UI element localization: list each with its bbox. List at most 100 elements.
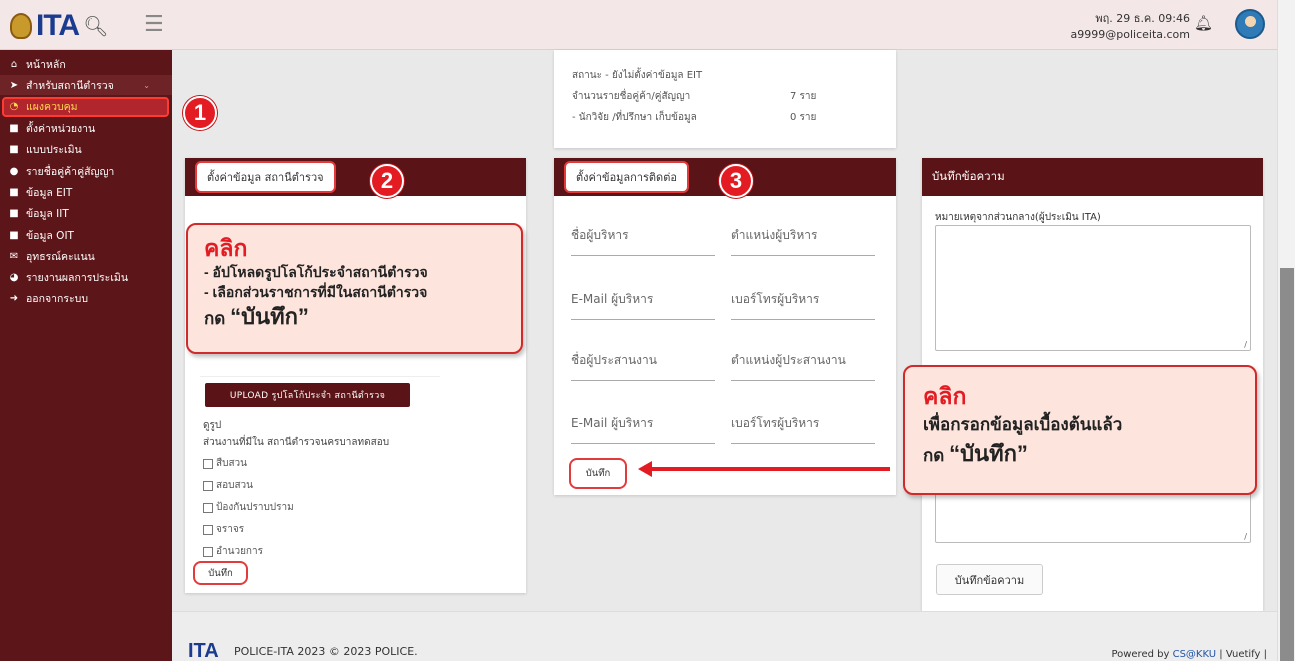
researcher-count-value: 0 ราย — [790, 112, 817, 123]
upload-logo-button[interactable]: UPLOAD รูปโลโก้ประจำ สถานีตำรวจ — [205, 383, 410, 407]
station-card-header: ตั้งค่าข้อมูล สถานีตำรวจ — [185, 158, 526, 196]
sidebar-item-label: สำหรับสถานีตำรวจ — [26, 79, 114, 92]
callout-title: คลิก — [923, 383, 967, 409]
briefcase-icon: ■ — [9, 123, 19, 135]
checkbox-box[interactable] — [203, 480, 213, 491]
checkbox-box[interactable] — [203, 524, 213, 535]
user-info: พฤ. 29 ธ.ค. 09:46 a9999@policeita.com — [1071, 11, 1190, 43]
checkbox-label: ป้องกันปราบปราม — [216, 502, 294, 513]
sidebar-item-label: รายชื่อคู่ค้าคู่สัญญา — [26, 165, 115, 178]
sidebar-item-home[interactable]: ⌂ หน้าหลัก — [0, 54, 172, 74]
sidebar-item-label: อุทธรณ์คะแนน — [26, 250, 95, 263]
checkbox-box[interactable] — [203, 546, 213, 557]
resize-grip-icon[interactable]: ∕ — [1244, 532, 1247, 541]
sidebar-item-iit[interactable]: ■ ข้อมูล IIT — [0, 204, 172, 224]
checkbox-investigation[interactable]: สืบสวน — [203, 456, 247, 471]
sidebar-item-label: ข้อมูล EIT — [26, 186, 73, 199]
sidebar-item-label: ตั้งค่าหน่วยงาน — [26, 123, 96, 136]
powered-link[interactable]: CS@KKU — [1173, 649, 1217, 660]
checkbox-crime-prevention[interactable]: ป้องกันปราบปราม — [203, 500, 294, 515]
checkbox-label: สอบสวน — [216, 480, 254, 491]
coordinator-email-field[interactable]: E-Mail ผู้บริหาร — [571, 414, 715, 444]
station-save-button[interactable]: บันทึก — [193, 561, 248, 585]
note-label: หมายเหตุจากส่วนกลาง(ผู้ประเมิน ITA) — [935, 212, 1101, 223]
sidebar-item-label: ข้อมูล IIT — [26, 208, 69, 221]
scrollbar-thumb[interactable] — [1280, 268, 1294, 661]
checkbox-administration[interactable]: อำนวยการ — [203, 544, 263, 559]
sidebar-item-contractors[interactable]: ● รายชื่อคู่ค้าคู่สัญญา — [0, 161, 172, 181]
home-icon: ⌂ — [10, 58, 18, 70]
resize-grip-icon[interactable]: ∕ — [1244, 340, 1247, 349]
step-badge-1: 1 — [183, 96, 217, 130]
dashboard-icon: ◔ — [9, 101, 19, 113]
callout-title: คลิก — [204, 235, 248, 261]
sidebar-item-appeal[interactable]: ✉ อุทธรณ์คะแนน — [0, 246, 172, 266]
contractor-count-value: 7 ราย — [790, 91, 817, 102]
powered-prefix: Powered by — [1111, 649, 1170, 660]
checkbox-inquiry[interactable]: สอบสวน — [203, 478, 253, 493]
sidebar-item-for-station[interactable]: ➤ สำหรับสถานีตำรวจ ⌄ — [0, 75, 172, 96]
sidebar-item-oit[interactable]: ■ ข้อมูล OIT — [0, 225, 172, 245]
coordinator-phone-field[interactable]: เบอร์โทรผู้บริหาร — [731, 414, 875, 444]
station-card-title: ตั้งค่าข้อมูล สถานีตำรวจ — [195, 161, 336, 193]
sidebar-item-report[interactable]: ◕ รายงานผลการประเมิน — [0, 268, 172, 288]
checkbox-traffic[interactable]: จราจร — [203, 522, 244, 537]
ita-logo[interactable]: ITA 🔍︎ — [10, 9, 109, 43]
callout-station: คลิก - อัปโหลดรูปโลโก้ประจำสถานีตำรวจ - … — [186, 223, 523, 354]
checkbox-box[interactable] — [203, 458, 213, 469]
briefcase-icon: ■ — [9, 229, 19, 241]
callout-prefix: กด — [204, 309, 226, 328]
sidebar-item-unit-settings[interactable]: ■ ตั้งค่าหน่วยงาน — [0, 119, 172, 139]
sidebar-item-logout[interactable]: ➜ ออกจากระบบ — [0, 289, 172, 309]
checkbox-label: อำนวยการ — [216, 546, 263, 557]
sidebar-item-label: รายงานผลการประเมิน — [26, 272, 129, 285]
callout-prefix: กด — [923, 446, 945, 465]
contractor-count-label: จำนวนรายชื่อคู่ค้า/คู่สัญญา — [572, 91, 691, 102]
avatar[interactable] — [1235, 9, 1265, 39]
save-note-button[interactable]: บันทึกข้อความ — [936, 564, 1043, 595]
station-note-textarea[interactable]: ∕ — [935, 493, 1251, 543]
bell-icon[interactable]: 🔔︎ — [1194, 14, 1213, 32]
researcher-count-label: - นักวิจัย /ที่ปรึกษา เก็บข้อมูล — [572, 112, 697, 123]
briefcase-icon: ■ — [9, 186, 19, 198]
user-email: a9999@policeita.com — [1070, 28, 1190, 41]
executive-position-field[interactable]: ตำแหน่งผู้บริหาร — [731, 226, 875, 256]
units-label: ส่วนงานที่มีใน สถานีตำรวจนครบาลทดสอบ — [203, 437, 390, 448]
sidebar-item-eit[interactable]: ■ ข้อมูล EIT — [0, 182, 172, 202]
sidebar-item-label: แบบประเมิน — [26, 144, 82, 157]
top-bar: ITA 🔍︎ ☰ พฤ. 29 ธ.ค. 09:46 a9999@policei… — [0, 0, 1295, 50]
contact-settings-card: ตั้งค่าข้อมูลการติดต่อ ชื่อผู้บริหาร ตำแ… — [554, 158, 896, 495]
status-card: สถานะ - ยังไม่ตั้งค่าข้อมูล EIT จำนวนราย… — [554, 50, 896, 148]
powered-by: Powered by CS@KKU | Vuetify | — [1111, 649, 1267, 660]
sidebar-item-label: หน้าหลัก — [26, 58, 66, 71]
callout-line: - อัปโหลดรูปโลโก้ประจำสถานีตำรวจ — [204, 264, 428, 280]
callout-contact: คลิก เพื่อกรอกข้อมูลเบื้องต้นแล้ว กด “บั… — [903, 365, 1257, 495]
callout-save-word: “บันทึก” — [230, 304, 309, 329]
central-note-textarea[interactable]: ∕ — [935, 225, 1251, 351]
divider — [200, 376, 440, 377]
coordinator-name-field[interactable]: ชื่อผู้ประสานงาน — [571, 351, 715, 381]
sidebar-item-assessment[interactable]: ■ แบบประเมิน — [0, 140, 172, 160]
copyright-text: POLICE-ITA 2023 © 2023 POLICE. — [234, 645, 418, 658]
sidebar-item-label: แผงควบคุม — [26, 101, 78, 114]
footer-logo: ITA — [188, 640, 219, 661]
sidebar-item-dashboard[interactable]: ◔ แผงควบคุม — [2, 96, 169, 117]
step-badge-3: 3 — [719, 164, 753, 198]
checkbox-box[interactable] — [203, 502, 213, 513]
eit-status: สถานะ - ยังไม่ตั้งค่าข้อมูล EIT — [572, 70, 703, 81]
executive-phone-field[interactable]: เบอร์โทรผู้บริหาร — [731, 290, 875, 320]
sidebar-item-label: ออกจากระบบ — [26, 293, 88, 306]
police-seal-icon — [10, 13, 32, 39]
logout-icon: ➜ — [9, 293, 19, 305]
menu-toggle-icon[interactable]: ☰ — [144, 12, 164, 37]
executive-name-field[interactable]: ชื่อผู้บริหาร — [571, 226, 715, 256]
executive-email-field[interactable]: E-Mail ผู้บริหาร — [571, 290, 715, 320]
coordinator-position-field[interactable]: ตำแหน่งผู้ประสานงาน — [731, 351, 875, 381]
notes-card-header: บันทึกข้อความ — [922, 158, 1263, 196]
page-scrollbar[interactable] — [1277, 0, 1295, 661]
view-image-link[interactable]: ดูรูป — [203, 418, 221, 433]
pie-chart-icon: ◕ — [9, 272, 19, 284]
briefcase-icon: ■ — [9, 144, 19, 156]
users-icon: ● — [9, 165, 19, 177]
contact-save-button[interactable]: บันทึก — [569, 458, 627, 489]
